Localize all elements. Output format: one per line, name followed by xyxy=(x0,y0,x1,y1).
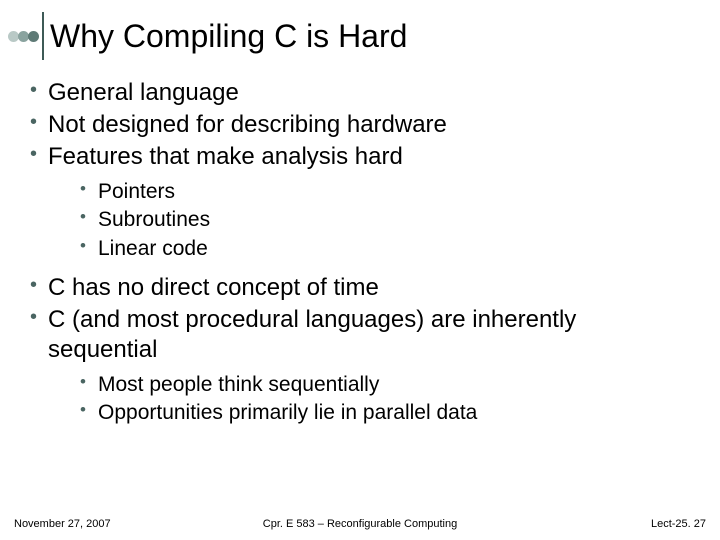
list-item: Not designed for describing hardware xyxy=(30,110,690,140)
slide-header: Why Compiling C is Hard xyxy=(0,0,720,60)
list-item: Linear code xyxy=(80,235,690,263)
list-item: Most people think sequentially xyxy=(80,371,690,399)
slide-footer: November 27, 2007 Cpr. E 583 – Reconfigu… xyxy=(0,518,720,530)
footer-page: Lect-25. 27 xyxy=(556,518,706,530)
list-item: C has no direct concept of time xyxy=(30,273,690,303)
list-item-label: Features that make analysis hard xyxy=(48,143,403,170)
footer-course: Cpr. E 583 – Reconfigurable Computing xyxy=(164,518,556,530)
list-item: Features that make analysis hard Pointer… xyxy=(30,142,690,263)
dot-icon xyxy=(28,31,39,42)
vertical-bar-icon xyxy=(42,12,44,60)
bullet-list: General language Not designed for descri… xyxy=(30,78,690,428)
list-item-label: C (and most procedural languages) are in… xyxy=(48,306,576,363)
list-item: Pointers xyxy=(80,178,690,206)
decoration-dots xyxy=(8,31,38,42)
list-item: Subroutines xyxy=(80,206,690,234)
list-item: General language xyxy=(30,78,690,108)
list-item: Opportunities primarily lie in parallel … xyxy=(80,399,690,427)
footer-date: November 27, 2007 xyxy=(14,518,164,530)
sub-list: Pointers Subroutines Linear code xyxy=(80,178,690,263)
sub-list: Most people think sequentially Opportuni… xyxy=(80,371,690,428)
list-item: C (and most procedural languages) are in… xyxy=(30,305,690,428)
slide-content: General language Not designed for descri… xyxy=(0,60,720,428)
slide-title: Why Compiling C is Hard xyxy=(50,18,407,55)
